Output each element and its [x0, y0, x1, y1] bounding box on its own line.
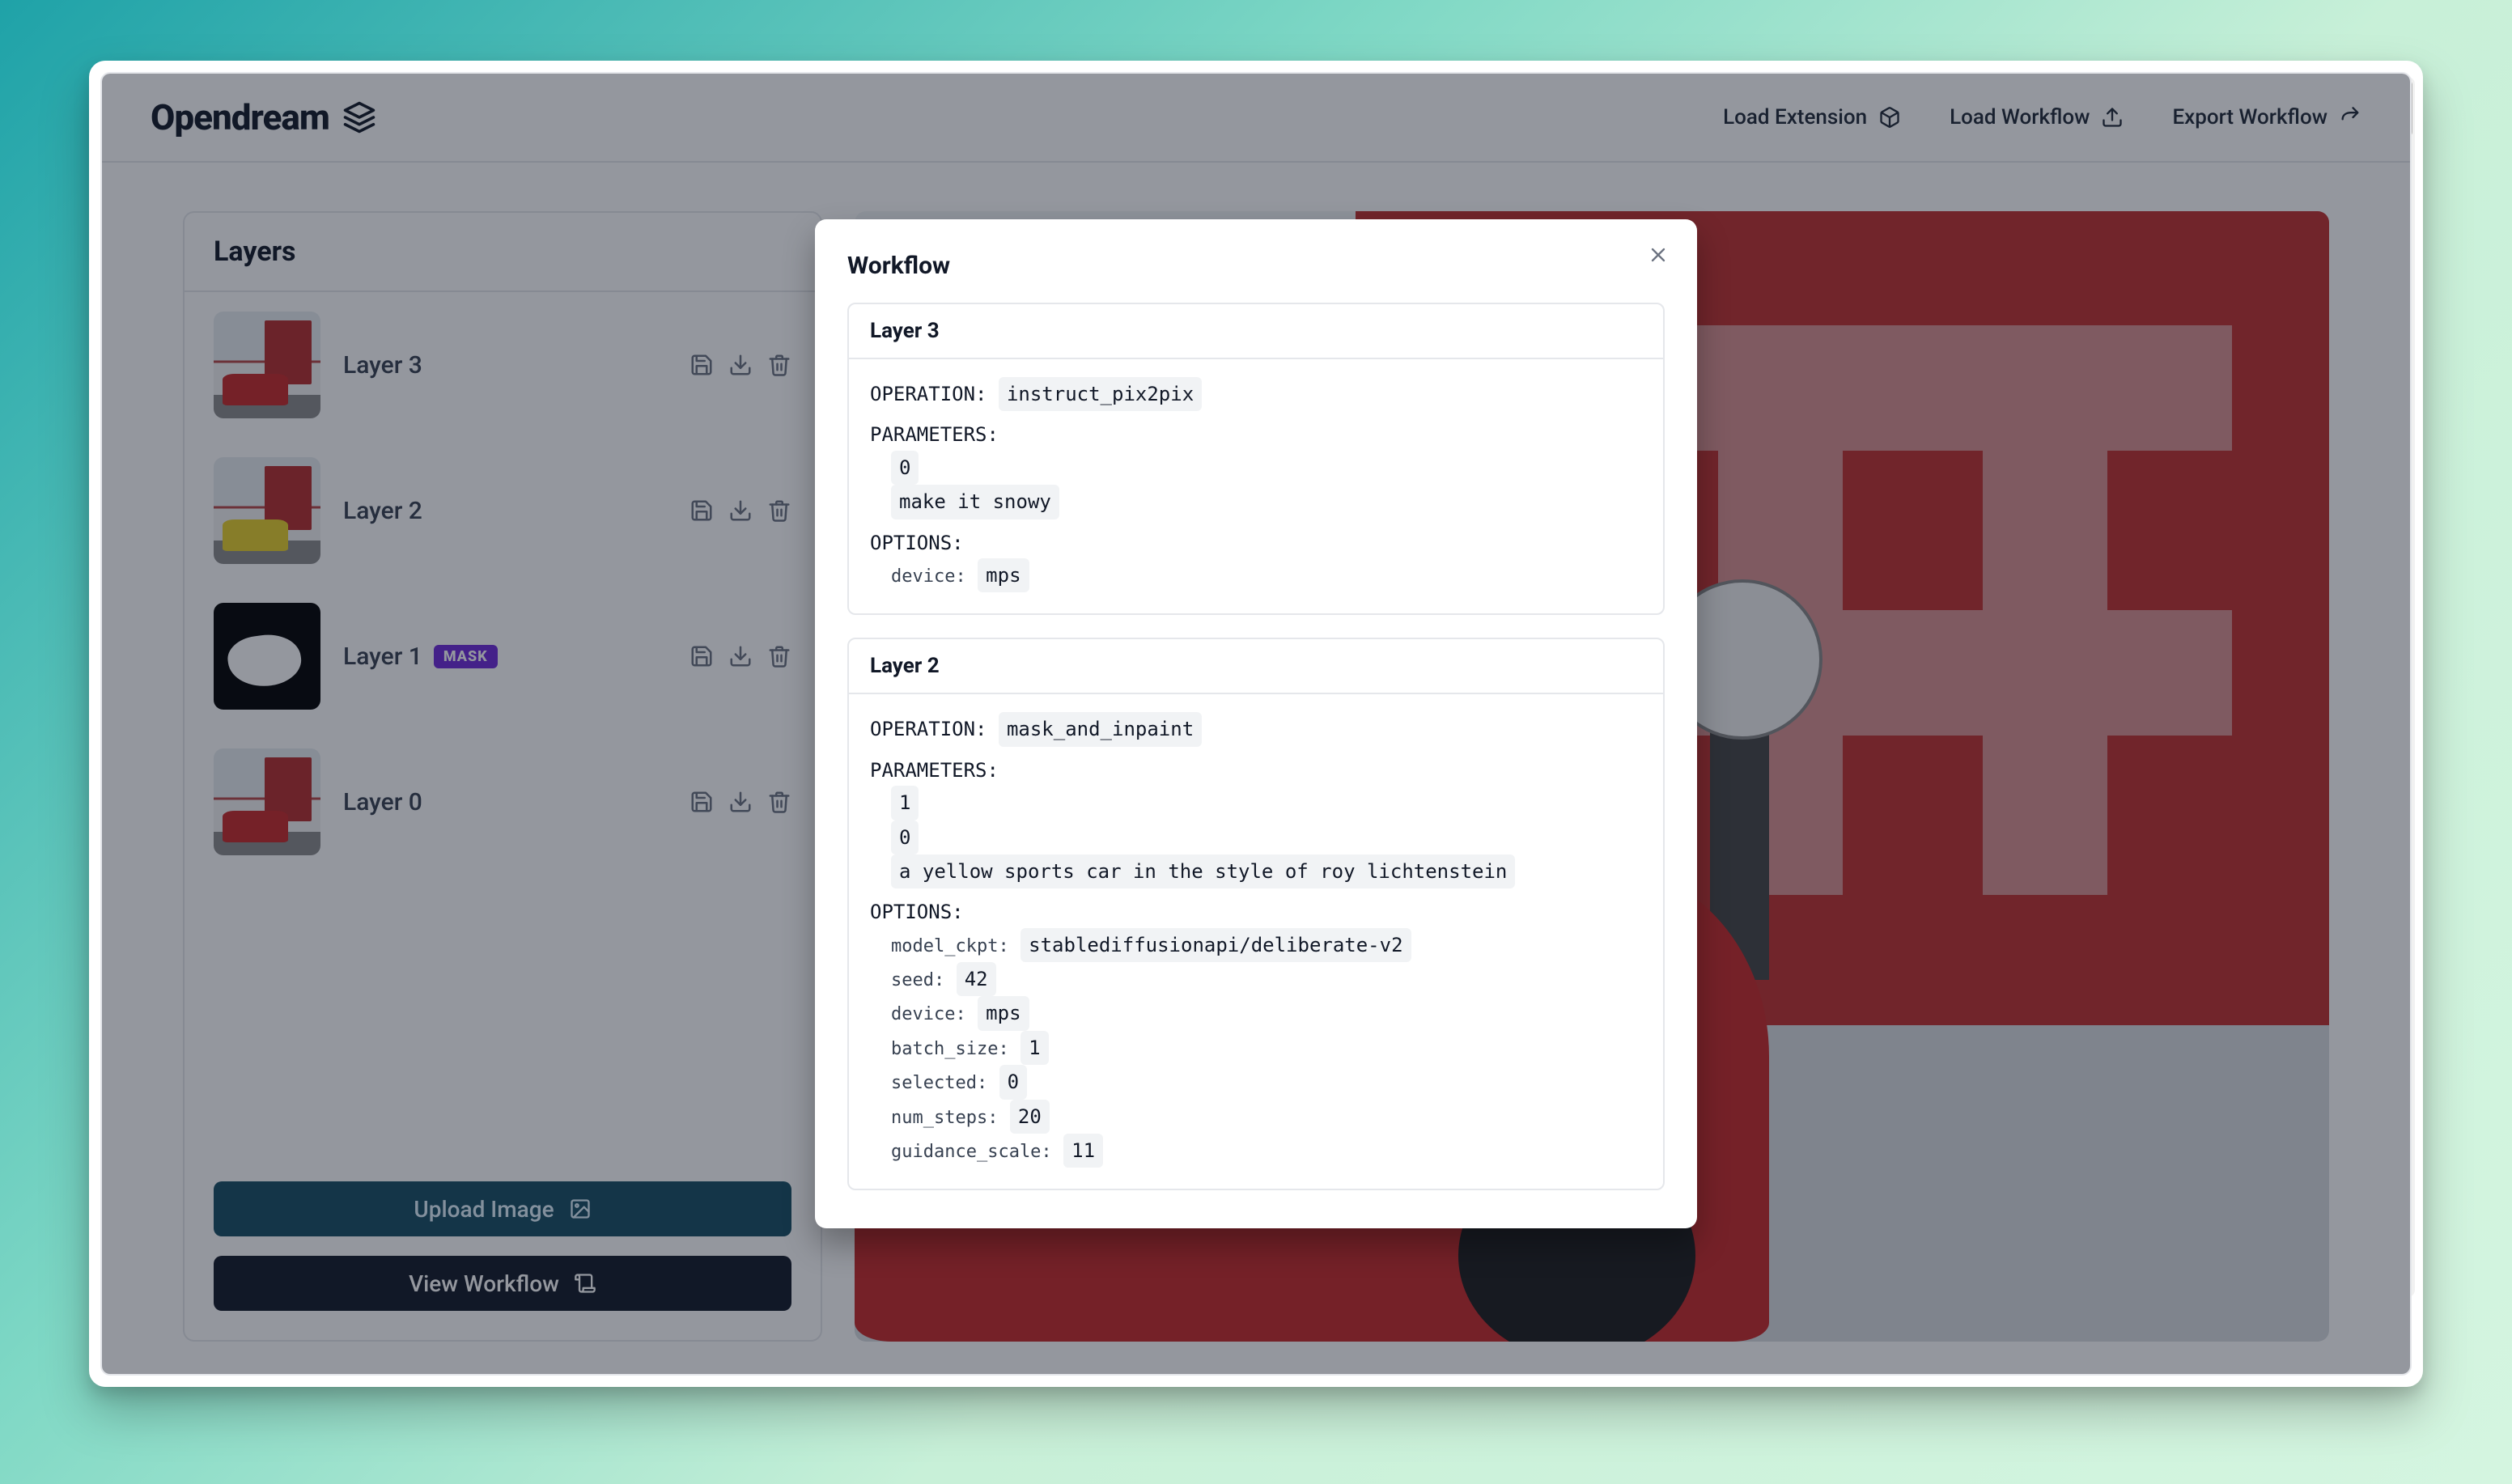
modal-title: Workflow: [847, 252, 1665, 280]
option-value: stablediffusionapi/deliberate-v2: [1020, 928, 1411, 962]
operation-value: instruct_pix2pix: [999, 377, 1202, 411]
operation-value: mask_and_inpaint: [999, 712, 1202, 746]
option-value: 1: [1020, 1031, 1048, 1065]
option-value: 11: [1063, 1134, 1103, 1168]
parameter-value: a yellow sports car in the style of roy …: [891, 854, 1515, 888]
workflow-card: Layer 2 OPERATION: mask_and_inpaint PARA…: [847, 638, 1665, 1190]
option-value: 0: [999, 1065, 1027, 1099]
operation-label: OPERATION:: [870, 383, 987, 405]
inner-frame: Opendream Load Extension Lo: [100, 72, 2412, 1376]
option-key: model_ckpt:: [891, 936, 1009, 956]
option-key: guidance_scale:: [891, 1142, 1052, 1162]
options-label: OPTIONS:: [870, 528, 1642, 558]
option-value: mps: [978, 996, 1029, 1030]
workflow-card-title: Layer 2: [849, 639, 1663, 694]
workflow-card-body: OPERATION: mask_and_inpaint PARAMETERS: …: [849, 694, 1663, 1189]
parameters-label: PARAMETERS:: [870, 755, 1642, 786]
option-key: batch_size:: [891, 1039, 1009, 1059]
workflow-card-body: OPERATION: instruct_pix2pix PARAMETERS: …: [849, 359, 1663, 613]
option-value: 42: [957, 962, 996, 996]
option-key: num_steps:: [891, 1108, 998, 1128]
workflow-card: Layer 3 OPERATION: instruct_pix2pix PARA…: [847, 303, 1665, 615]
parameter-value: 0: [891, 451, 919, 485]
modal-overlay[interactable]: Workflow Layer 3 OPERATION: instruct_pix…: [102, 74, 2410, 1374]
option-key: selected:: [891, 1073, 987, 1093]
option-value: mps: [978, 558, 1029, 592]
parameter-value: 1: [891, 786, 919, 820]
workflow-modal: Workflow Layer 3 OPERATION: instruct_pix…: [815, 219, 1697, 1228]
option-key: seed:: [891, 970, 944, 990]
workflow-card-title: Layer 3: [849, 304, 1663, 359]
options-label: OPTIONS:: [870, 897, 1642, 927]
option-value: 20: [1010, 1100, 1050, 1134]
close-icon[interactable]: [1647, 244, 1670, 266]
app-window: Opendream Load Extension Lo: [89, 61, 2423, 1387]
parameters-label: PARAMETERS:: [870, 419, 1642, 450]
parameter-value: make it snowy: [891, 485, 1059, 519]
operation-label: OPERATION:: [870, 718, 987, 740]
option-key: device:: [891, 1004, 966, 1024]
parameter-value: 0: [891, 820, 919, 854]
option-key: device:: [891, 566, 966, 587]
